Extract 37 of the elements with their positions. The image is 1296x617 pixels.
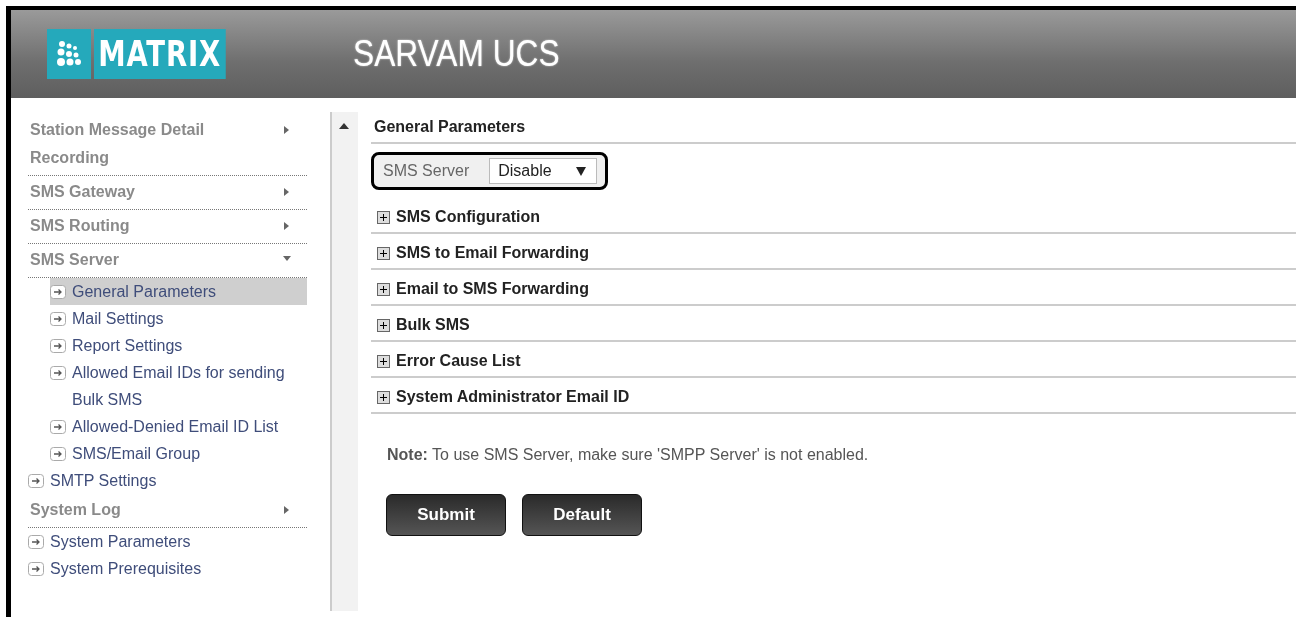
scroll-up-icon[interactable] [339, 123, 349, 129]
menu-link[interactable]: Report Settings [50, 332, 307, 359]
collapsible-section[interactable]: Error Cause List [371, 342, 1296, 378]
menu-link[interactable]: SMTP Settings [28, 467, 307, 494]
caret-right-icon [284, 222, 289, 230]
action-button[interactable]: Default [522, 494, 642, 536]
collapsible-section[interactable]: System Administrator Email ID [371, 378, 1296, 414]
plus-icon [377, 282, 390, 296]
action-button[interactable]: Submit [386, 494, 506, 536]
caret-right-icon [284, 506, 289, 514]
plus-icon [377, 246, 390, 260]
section-title: General Parameters [371, 110, 1296, 144]
caret-right-icon [284, 126, 289, 134]
dropdown-arrow-icon [575, 166, 586, 176]
menu-link[interactable]: General Parameters [50, 278, 307, 305]
app-title: SARVAM UCS [352, 33, 560, 75]
collapsible-section[interactable]: SMS to Email Forwarding [371, 234, 1296, 270]
caret-right-icon [284, 188, 289, 196]
collapsible-section[interactable]: Bulk SMS [371, 306, 1296, 342]
menu-link[interactable]: System Prerequisites [28, 555, 307, 582]
plus-icon [377, 210, 390, 224]
menu-link[interactable]: System Parameters [28, 528, 307, 555]
plus-icon [377, 318, 390, 332]
menu-link[interactable]: Allowed-Denied Email ID List [50, 413, 307, 440]
note-text: Note: To use SMS Server, make sure 'SMPP Server' is not enabled. [387, 446, 870, 464]
collapsible-section[interactable]: SMS Configuration [371, 198, 1296, 234]
caret-down-icon [283, 256, 291, 261]
dots-icon [47, 29, 91, 79]
menu-link[interactable]: Mail Settings [50, 305, 307, 332]
plus-icon [377, 354, 390, 368]
menu-link[interactable]: SMS/Email Group [50, 440, 307, 467]
logo-text: MATRIX [94, 29, 226, 79]
collapsible-section[interactable]: Email to SMS Forwarding [371, 270, 1296, 306]
menu-link[interactable]: Allowed Email IDs for sending Bulk SMS [50, 359, 307, 413]
dropdown[interactable]: Disable [489, 158, 597, 184]
plus-icon [377, 390, 390, 404]
field-label: SMS Server [383, 162, 470, 180]
